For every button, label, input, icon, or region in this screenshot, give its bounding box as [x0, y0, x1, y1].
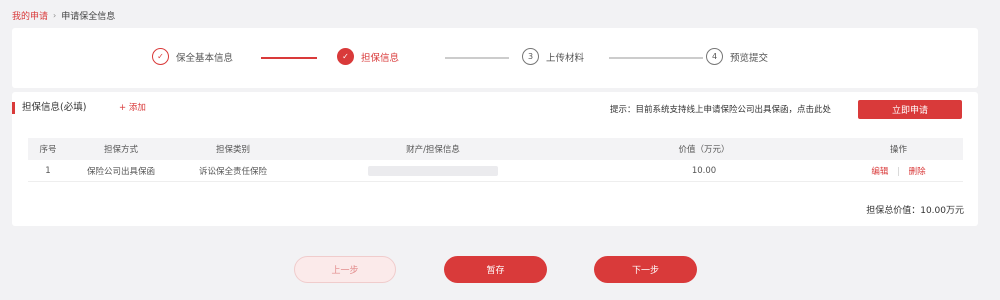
breadcrumb-root-link[interactable]: 我的申请	[12, 9, 48, 22]
col-header-info: 财产/担保信息	[406, 145, 460, 155]
step-label: 保全基本信息	[176, 52, 234, 64]
delete-link[interactable]: 删除	[909, 167, 926, 177]
masked-info-bar	[368, 165, 498, 176]
breadcrumb-separator: ›	[53, 11, 57, 20]
step-number: 4	[706, 48, 723, 65]
guarantee-table: 序号 担保方式 担保类别 财产/担保信息 价值（万元） 操作 1 保险公司出具保…	[28, 138, 963, 182]
col-header-index: 序号	[39, 145, 57, 155]
cell-mode: 保险公司出具保函	[86, 166, 155, 177]
hint-text: 提示：目前系统支持线上申请保险公司出具保函，点击此处	[610, 105, 832, 115]
step-preview-submit[interactable]: 4 预览提交	[706, 48, 768, 65]
cell-type: 诉讼保全责任保险	[198, 166, 267, 177]
breadcrumb: 我的申请 › 申请保全信息	[12, 9, 115, 22]
action-divider: |	[897, 166, 900, 177]
step-guarantee-info[interactable]: ✓ 担保信息	[337, 48, 399, 65]
cell-info	[292, 165, 574, 176]
step-upload-materials[interactable]: 3 上传材料	[522, 48, 584, 65]
step-number: 3	[522, 48, 539, 65]
check-icon: ✓	[337, 48, 354, 65]
edit-link[interactable]: 编辑	[871, 167, 888, 177]
steps-card: ✓ 保全基本信息 ✓ 担保信息 3 上传材料 4 预览提交	[12, 28, 978, 88]
add-guarantee-link[interactable]: + 添加	[119, 102, 146, 114]
cell-value: 10.00	[691, 165, 717, 176]
step-label: 担保信息	[361, 52, 400, 64]
step-label: 预览提交	[730, 52, 769, 64]
apply-now-button[interactable]: 立即申请	[858, 100, 962, 119]
table-row: 1 保险公司出具保函 诉讼保全责任保险 10.00 编辑 | 删除	[28, 160, 963, 182]
section-title: 担保信息(必填)	[12, 102, 86, 114]
step-label: 上传材料	[546, 52, 585, 64]
cell-index: 1	[45, 165, 51, 176]
step-connector-3	[609, 57, 703, 59]
step-basic-info[interactable]: ✓ 保全基本信息	[152, 48, 233, 65]
cell-actions: 编辑 | 删除	[834, 165, 963, 177]
step-connector-2	[445, 57, 509, 59]
guarantee-card: 担保信息(必填) + 添加 提示：目前系统支持线上申请保险公司出具保函，点击此处…	[12, 92, 978, 226]
save-draft-button[interactable]: 暂存	[444, 256, 547, 283]
check-icon: ✓	[152, 48, 169, 65]
prev-button[interactable]: 上一步	[294, 256, 396, 283]
total-value: 担保总价值：10.00万元	[866, 206, 964, 216]
table-header: 序号 担保方式 担保类别 财产/担保信息 价值（万元） 操作	[28, 138, 963, 160]
col-header-mode: 担保方式	[103, 145, 138, 155]
breadcrumb-current: 申请保全信息	[61, 12, 116, 22]
col-header-value: 价值（万元）	[678, 145, 730, 155]
next-button[interactable]: 下一步	[594, 256, 697, 283]
step-connector-1	[261, 57, 317, 59]
col-header-actions: 操作	[889, 145, 907, 155]
col-header-type: 担保类别	[215, 145, 250, 155]
